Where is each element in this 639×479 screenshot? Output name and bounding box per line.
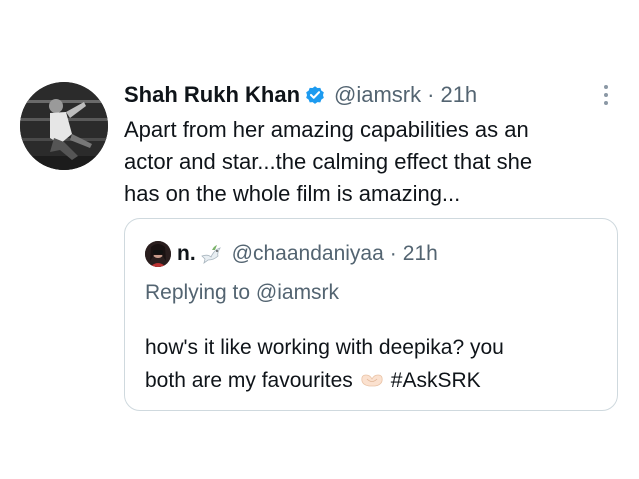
quoted-text-line-2: both are my favourites #AskSRK <box>145 364 605 397</box>
tweet-timestamp[interactable]: 21h <box>440 82 477 108</box>
author-avatar[interactable] <box>20 82 108 170</box>
author-name[interactable]: Shah Rukh Khan <box>124 82 300 108</box>
quoted-tweet-text: how's it like working with deepika? you … <box>145 331 605 397</box>
tweet-text: Apart from her amazing capabilities as a… <box>124 114 604 210</box>
tweet-text-line: actor and star...the calming effect that… <box>124 149 533 174</box>
quoted-text-segment: both are my favourites <box>145 369 353 392</box>
author-handle[interactable]: @iamsrk <box>334 82 421 108</box>
replying-to-handle[interactable]: @iamsrk <box>256 281 339 304</box>
hashtag-link[interactable]: #AskSRK <box>391 369 481 392</box>
replying-to: Replying to @iamsrk <box>145 281 339 305</box>
tweet-header: Shah Rukh Khan @iamsrk · 21h <box>124 80 477 110</box>
dove-icon <box>200 244 222 264</box>
tweet: Shah Rukh Khan @iamsrk · 21h Apart from … <box>0 0 639 479</box>
quoted-tweet-header: n. @chaandaniyaa · 21h <box>145 241 438 267</box>
quoted-author-avatar[interactable] <box>145 241 171 267</box>
replying-to-label: Replying to <box>145 281 251 304</box>
tweet-text-line: Apart from her amazing capabilities as a… <box>124 117 529 142</box>
quoted-author-name[interactable]: n. <box>177 242 196 266</box>
header-separator: · <box>427 82 435 107</box>
quoted-header-separator: · <box>389 242 397 265</box>
quoted-tweet-timestamp[interactable]: 21h <box>403 242 438 266</box>
quoted-author-handle[interactable]: @chaandaniyaa <box>232 242 384 266</box>
more-vertical-icon[interactable] <box>596 80 616 110</box>
heart-hands-icon <box>359 365 385 387</box>
verified-badge-icon <box>304 84 326 106</box>
quoted-tweet[interactable]: n. @chaandaniyaa · 21h Replying to @iams… <box>124 218 618 411</box>
quoted-text-line: how's it like working with deepika? you <box>145 336 504 359</box>
tweet-text-line: has on the whole film is amazing... <box>124 181 461 206</box>
